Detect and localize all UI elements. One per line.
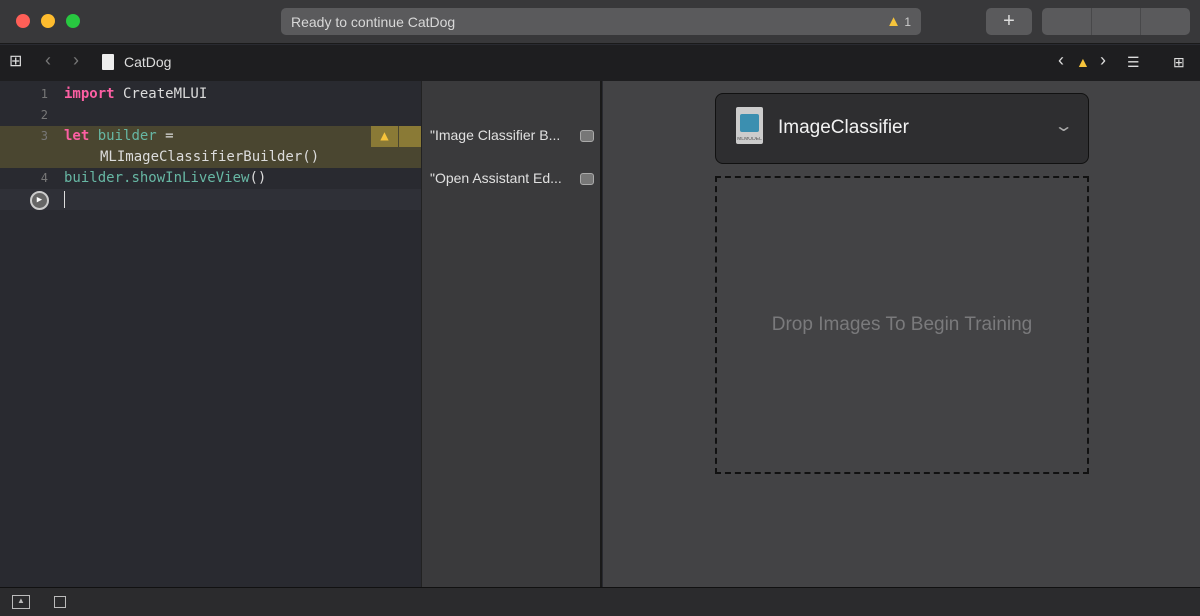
next-issue-button[interactable]: ›: [1100, 50, 1106, 71]
code-text: builder.: [64, 170, 131, 186]
swift-file-icon: [102, 54, 114, 70]
current-line: ▶: [0, 189, 421, 210]
code-line: 4 builder.showInLiveView(): [0, 168, 421, 189]
variable: builder: [89, 128, 156, 144]
right-panel-icon: [1141, 15, 1190, 29]
line-number: 2: [30, 105, 48, 126]
back-button[interactable]: ‹: [45, 50, 51, 71]
line-number: 3: [30, 126, 48, 147]
breadcrumb-file[interactable]: CatDog: [124, 54, 171, 70]
toggle-navigator-button[interactable]: [1042, 8, 1091, 35]
stop-icon[interactable]: [54, 596, 66, 608]
warning-icon: ▲: [886, 13, 901, 30]
model-name: ImageClassifier: [778, 117, 909, 139]
warning-indicator[interactable]: ▲ 1: [886, 13, 911, 30]
line-number: 4: [30, 168, 48, 189]
add-editor-icon[interactable]: ⊞: [1173, 54, 1185, 71]
result-value: "Image Classifier B...: [430, 127, 560, 143]
forward-button[interactable]: ›: [73, 50, 79, 71]
drop-zone[interactable]: Drop Images To Begin Training: [715, 176, 1089, 474]
method: showInLiveView: [131, 170, 249, 186]
text-cursor: [64, 191, 65, 208]
status-text: Ready to continue CatDog: [291, 14, 455, 30]
model-picker[interactable]: MLMODEL ImageClassifier ⌄: [715, 93, 1089, 164]
keyword: import: [64, 86, 115, 102]
code-text: (): [249, 170, 266, 186]
panel-toggles: [1042, 8, 1190, 35]
bottom-panel-icon: [1092, 15, 1141, 29]
drop-zone-label: Drop Images To Begin Training: [772, 314, 1033, 336]
warning-icon[interactable]: ▲: [371, 126, 398, 147]
debug-bar: ▲: [0, 587, 1200, 616]
result-value: "Open Assistant Ed...: [430, 170, 562, 186]
toggle-debug-area-button[interactable]: [1091, 8, 1141, 35]
activity-status: Ready to continue CatDog ▲ 1: [281, 8, 921, 35]
code-line: 1 import CreateMLUI: [0, 84, 421, 105]
library-add-button[interactable]: +: [986, 8, 1032, 35]
code-editor[interactable]: 1 import CreateMLUI 2 3 let builder = MLI…: [0, 81, 421, 587]
mlmodel-file-icon: MLMODEL: [736, 107, 763, 144]
close-button[interactable]: [16, 14, 30, 28]
title-bar: Ready to continue CatDog ▲ 1 +: [0, 0, 1200, 44]
quick-look-button[interactable]: [580, 173, 594, 185]
minimap-toggle-icon[interactable]: ☰: [1127, 54, 1140, 71]
minimize-button[interactable]: [41, 14, 55, 28]
chevron-down-icon: ⌄: [1053, 116, 1073, 136]
warning-bar[interactable]: [399, 126, 421, 147]
run-button[interactable]: ▶: [30, 191, 49, 210]
code-line-warning: 3 let builder = MLImageClassifierBuilder…: [0, 126, 421, 168]
warning-count: 1: [904, 15, 911, 29]
keyword: let: [64, 128, 89, 144]
line-number: 1: [30, 84, 48, 105]
results-sidebar: "Image Classifier B... "Open Assistant E…: [421, 81, 602, 587]
hide-debug-area-icon[interactable]: ▲: [12, 595, 30, 609]
code-line: 2: [0, 105, 421, 126]
code-text: =: [157, 128, 174, 144]
quick-look-button[interactable]: [580, 130, 594, 142]
warning-icon[interactable]: ▲: [1076, 54, 1090, 70]
zoom-button[interactable]: [66, 14, 80, 28]
model-icon-label: MLMODEL: [736, 137, 763, 142]
previous-issue-button[interactable]: ‹: [1058, 50, 1064, 71]
live-view: MLMODEL ImageClassifier ⌄ Drop Images To…: [603, 81, 1200, 587]
code-text: MLImageClassifierBuilder(): [100, 147, 319, 168]
left-panel-icon: [1042, 15, 1091, 29]
toggle-inspector-button[interactable]: [1140, 8, 1190, 35]
jump-bar: ⊞ ‹ › CatDog ‹ ▲ › ☰ ⊞: [0, 45, 1200, 81]
code-text: CreateMLUI: [115, 86, 208, 102]
related-items-icon[interactable]: ⊞: [9, 51, 22, 71]
